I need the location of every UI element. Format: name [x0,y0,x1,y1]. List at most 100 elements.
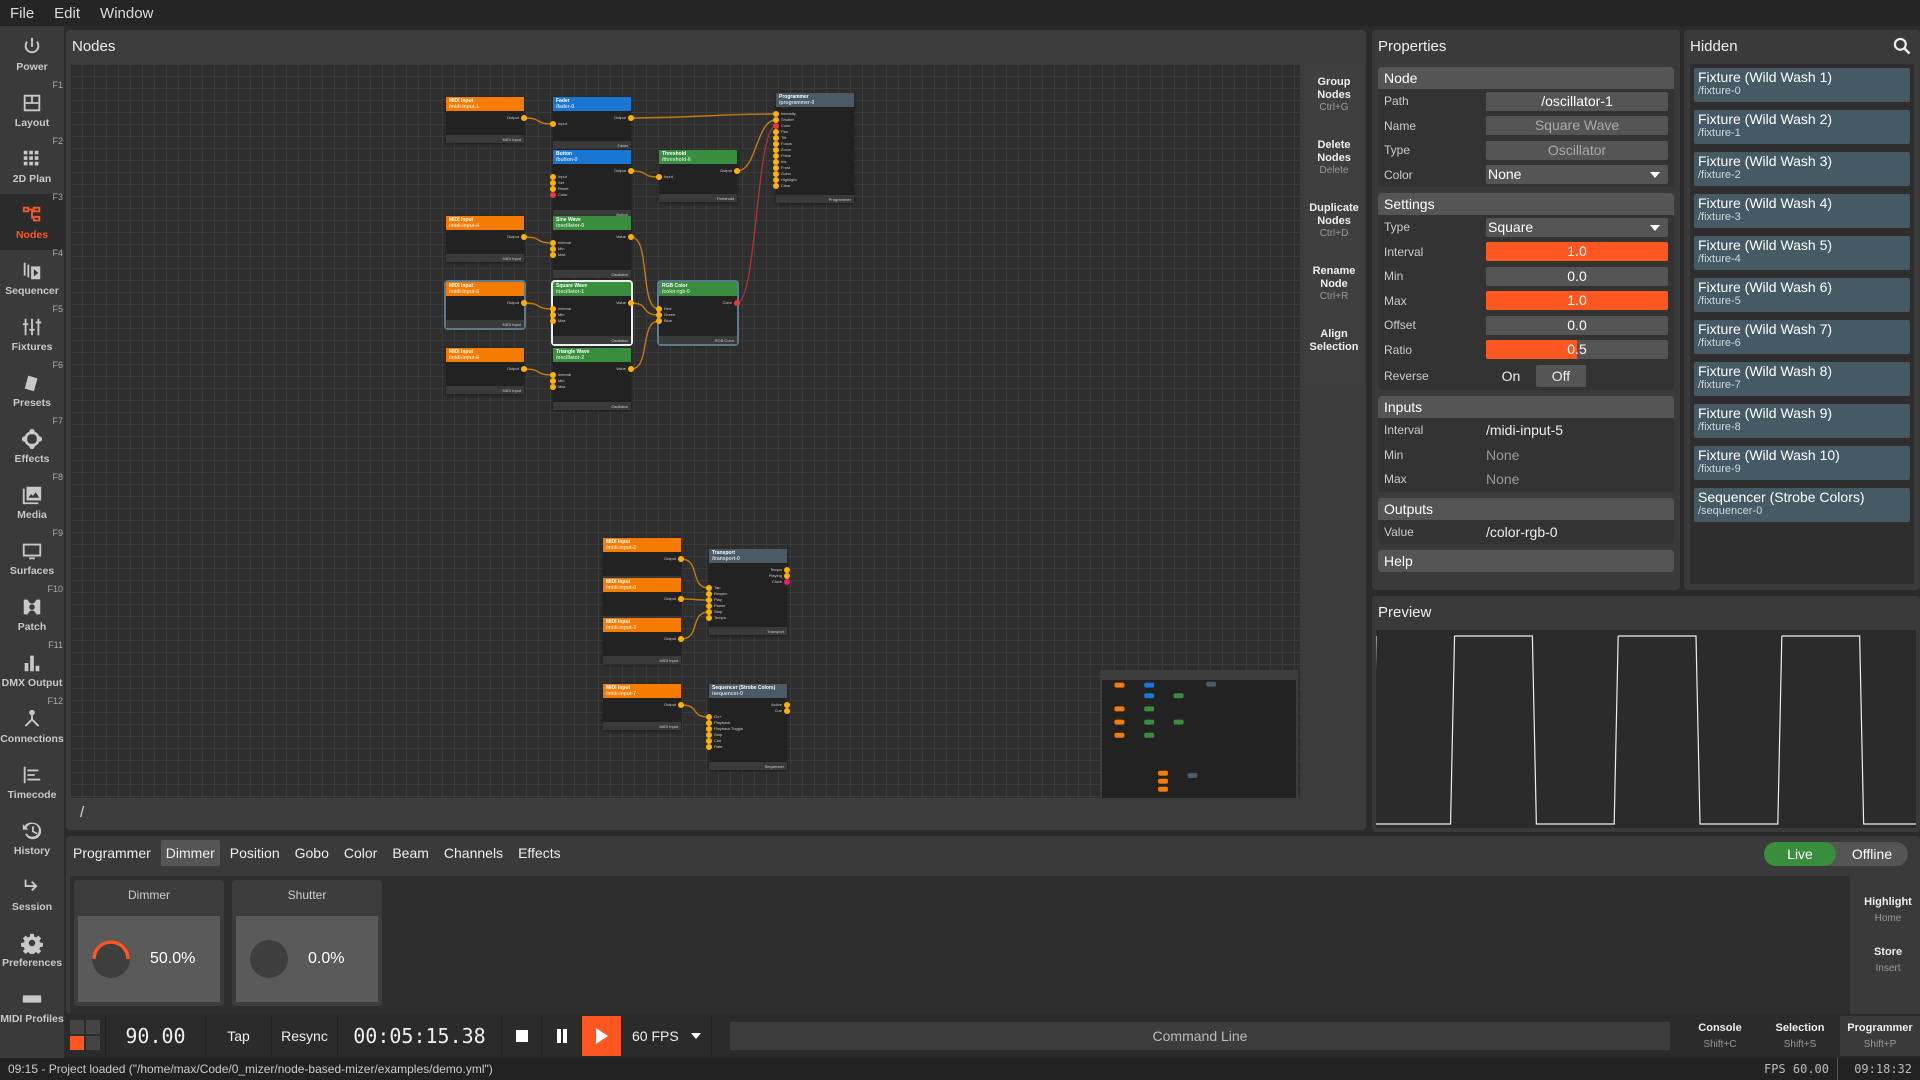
tap-button[interactable]: Tap [206,1016,272,1056]
connection-wire[interactable] [736,125,777,304]
hidden-item[interactable]: Fixture (Wild Wash 10)/fixture-9 [1694,446,1910,480]
hidden-item[interactable]: Fixture (Wild Wash 1)/fixture-0 [1694,68,1910,102]
outputs-section-header[interactable]: Outputs [1378,497,1674,520]
input-port[interactable] [550,384,556,390]
node-header[interactable]: MIDI Input/midi-input-0 [603,578,681,592]
menu-edit[interactable]: Edit [44,5,90,22]
sidebar-item-presets[interactable]: F6 Presets [0,360,64,418]
connection-wire[interactable] [680,611,710,640]
graph-node-midi1[interactable]: MIDI Input/midi-input-1 MIDI Input Output [446,97,527,143]
graph-node-square[interactable]: Square Wave/oscillator-1 Oscillator Value I… [550,280,634,346]
graph-node-rgb[interactable]: RGB Color/color-rgb-0 RGB Color Color Red Gr… [656,280,740,346]
node-header[interactable]: Fader/fader-0 [553,97,631,111]
stop-button[interactable] [502,1016,542,1056]
output-port[interactable] [521,234,527,240]
menu-file[interactable]: File [0,5,44,22]
output-port[interactable] [521,366,527,372]
connection-wire[interactable] [680,704,710,718]
output-port[interactable] [521,115,527,121]
graph-node-programmer[interactable]: Programmer/programmer-0 Programmer Intensi… [773,93,854,203]
hidden-item[interactable]: Fixture (Wild Wash 5)/fixture-4 [1694,236,1910,270]
search-icon[interactable] [1892,36,1912,56]
connection-wire[interactable] [523,236,554,244]
input-port[interactable] [656,318,662,324]
sidebar-item-dmx-output[interactable]: F11 DMX Output [0,640,64,698]
node-header[interactable]: MIDI Input/midi-input-6 [446,348,524,362]
duplicate-nodes-button[interactable]: Duplicate Nodes Ctrl+D [1304,202,1364,239]
node-header[interactable]: Triangle Wave/oscillator-2 [553,348,631,362]
hidden-item[interactable]: Fixture (Wild Wash 4)/fixture-3 [1694,194,1910,228]
sidebar-item-fixtures[interactable]: F5 Fixtures [0,304,64,362]
connection-wire[interactable] [630,236,660,310]
connection-wire[interactable] [630,302,660,316]
output-port[interactable] [784,579,790,585]
connection-wire[interactable] [630,170,660,178]
hidden-item[interactable]: Sequencer (Strobe Colors)/sequencer-0 [1694,488,1910,522]
connection-wire[interactable] [680,598,710,601]
reverse-on-button[interactable]: On [1486,365,1536,387]
command-line-input[interactable]: Command Line [730,1022,1670,1050]
graph-node-transport[interactable]: Transport/transport-0 Transport Tempo Playi… [706,549,790,635]
input-port[interactable] [773,183,779,189]
connection-wire[interactable] [630,320,660,370]
reverse-off-button[interactable]: Off [1536,365,1586,387]
graph-node-midi3[interactable]: MIDI Input/midi-input-3 MIDI Input Output [603,618,684,664]
channel-knob[interactable] [92,940,130,978]
offline-button[interactable]: Offline [1836,842,1908,866]
hidden-item[interactable]: Fixture (Wild Wash 9)/fixture-8 [1694,404,1910,438]
hidden-item[interactable]: Fixture (Wild Wash 6)/fixture-5 [1694,278,1910,312]
menu-window[interactable]: Window [90,5,163,22]
sidebar-item-patch[interactable]: F10 Patch [0,584,64,642]
bpm-display[interactable]: 90.00 [106,1016,206,1056]
node-header[interactable]: Transport/transport-0 [709,549,787,563]
graph-node-triangle[interactable]: Triangle Wave/oscillator-2 Oscillator Valu… [550,348,634,410]
sidebar-item-layout[interactable]: F1 Layout [0,80,64,138]
channel-value[interactable]: 0.0% [308,950,344,968]
graph-node-sequencer[interactable]: Sequencer (Strobe Colors)/sequencer-0 Seq… [706,684,790,770]
connection-wire[interactable] [523,302,554,310]
sidebar-item-surfaces[interactable]: F9 Surfaces [0,528,64,586]
store-button[interactable]: Store Insert [1856,946,1920,976]
sidebar-item-session[interactable]: Session [0,866,64,922]
input-port[interactable] [656,174,662,180]
node-header[interactable]: Threshold/threshold-0 [659,150,737,164]
highlight-button[interactable]: Highlight Home [1856,896,1920,926]
node-header[interactable]: Square Wave/oscillator-1 [553,282,631,296]
inputs-section-header[interactable]: Inputs [1378,396,1674,418]
view-programmer[interactable]: Programmer Shift+P [1840,1016,1920,1056]
connection-wire[interactable] [523,368,554,376]
tab-effects[interactable]: Effects [513,840,566,866]
pause-button[interactable] [542,1016,582,1056]
sidebar-item-midi-profiles[interactable]: MIDI Profiles [0,978,64,1034]
channel-value[interactable]: 50.0% [150,950,195,968]
graph-node-midi5[interactable]: MIDI Input/midi-input-5 MIDI Input Output [444,280,527,330]
color-select[interactable]: None [1486,165,1668,185]
ratio-slider[interactable]: 0.5 [1486,340,1668,360]
input-port[interactable] [550,252,556,258]
node-header[interactable]: Button/button-0 [553,150,631,164]
output-port[interactable] [734,168,740,174]
output-value-link[interactable]: /color-rgb-0 [1486,524,1558,540]
input-port[interactable] [706,615,712,621]
node-header[interactable]: Sine Wave/oscillator-0 [553,216,631,230]
play-button[interactable] [582,1016,622,1056]
max-slider[interactable]: 1.0 [1486,291,1668,311]
output-port[interactable] [678,702,684,708]
group-nodes-button[interactable]: Group Nodes Ctrl+G [1304,76,1364,113]
rename-node-button[interactable]: Rename Node Ctrl+R [1304,265,1364,302]
delete-nodes-button[interactable]: Delete Nodes Delete [1304,139,1364,176]
graph-node-threshold[interactable]: Threshold/threshold-0 Threshold Output Inpu… [656,150,740,202]
output-port[interactable] [628,234,634,240]
connection-wire[interactable] [736,119,777,172]
node-header[interactable]: MIDI Input/midi-input-4 [446,216,524,230]
sidebar-item-2d-plan[interactable]: F2 2D Plan [0,136,64,194]
fps-select[interactable]: 60 FPS [622,1016,712,1056]
connection-wire[interactable] [523,117,554,125]
tab-gobo[interactable]: Gobo [290,840,334,866]
input-port[interactable] [706,744,712,750]
minimap[interactable] [1100,670,1298,798]
node-section-header[interactable]: Node [1378,67,1674,89]
output-port[interactable] [628,300,634,306]
output-port[interactable] [628,115,634,121]
hidden-item[interactable]: Fixture (Wild Wash 2)/fixture-1 [1694,110,1910,144]
